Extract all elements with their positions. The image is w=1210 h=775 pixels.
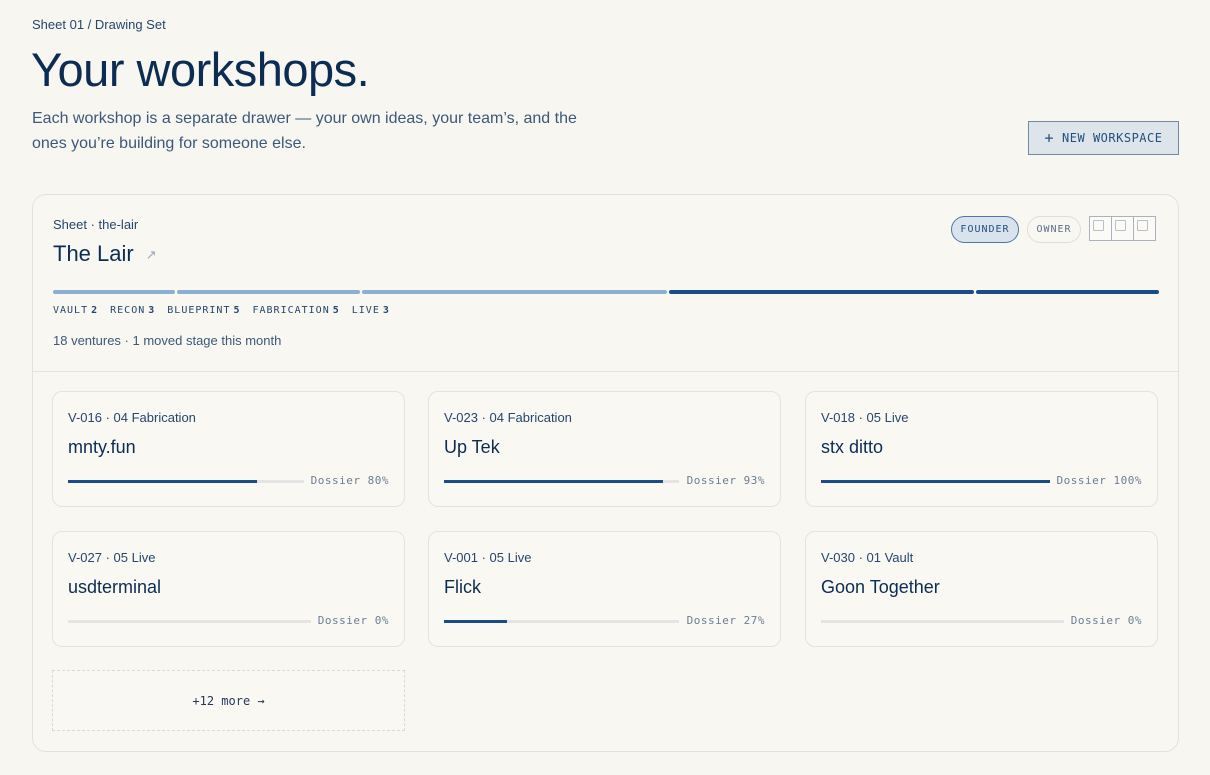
dossier-progress-bar [68, 620, 311, 623]
role-badge-owner: OWNER [1027, 216, 1081, 243]
stage-label-live: LIVE 3 [351, 305, 390, 316]
workshop-summary: 18 ventures · 1 moved stage this month [53, 333, 282, 348]
dossier-progress-bar [444, 620, 679, 623]
dossier-percent: Dossier 27% [686, 614, 765, 627]
divider [33, 371, 1178, 372]
venture-card[interactable]: V-018 · 05 Live stx ditto Dossier 100% [805, 391, 1158, 507]
stage-segment-vault [53, 290, 175, 294]
venture-card[interactable]: V-016 · 04 Fabrication mnty.fun Dossier … [52, 391, 405, 507]
dossier-progress-bar [821, 480, 1050, 483]
venture-name: mnty.fun [68, 437, 136, 457]
stage-segment-fabrication [669, 290, 974, 294]
workshop-sheet-label: Sheet · the-lair [53, 217, 139, 232]
dossier-progress-fill [444, 620, 508, 623]
role-badge-founder: FOUNDER [951, 216, 1019, 243]
stage-label-recon: RECON 3 [110, 305, 156, 316]
dossier-percent: Dossier 0% [1070, 614, 1142, 627]
dossier-percent: Dossier 93% [686, 474, 765, 487]
venture-name: Up Tek [444, 437, 500, 457]
venture-meta: V-016 · 04 Fabrication [68, 410, 196, 425]
dossier-progress-bar [821, 620, 1064, 623]
avatar[interactable] [1133, 216, 1156, 241]
new-workspace-label: NEW WORKSPACE [1062, 131, 1163, 145]
workshop-card: Sheet · the-lair The Lair ↗ FOUNDER OWNE… [32, 194, 1179, 752]
stage-distribution-bar [53, 290, 1159, 295]
page-title: Your workshops. [31, 43, 370, 96]
venture-card[interactable]: V-030 · 01 Vault Goon Together Dossier 0… [805, 531, 1158, 647]
venture-card[interactable]: V-023 · 04 Fabrication Up Tek Dossier 93… [428, 391, 781, 507]
venture-name: Goon Together [821, 577, 940, 597]
avatar-group [1089, 216, 1156, 241]
stage-labels: VAULT 2 RECON 3 BLUEPRINT 5 FABRICATION 5 LI… [53, 305, 390, 316]
dossier-progress-fill [821, 480, 1050, 483]
dossier-percent: Dossier 100% [1056, 474, 1142, 487]
plus-icon: + [1044, 128, 1055, 147]
stage-segment-recon [177, 290, 360, 294]
venture-name: usdterminal [68, 577, 162, 597]
venture-meta: V-030 · 01 Vault [821, 550, 914, 565]
venture-meta: V-018 · 05 Live [821, 410, 909, 425]
stage-segment-live [976, 290, 1159, 294]
venture-meta: V-023 · 04 Fabrication [444, 410, 572, 425]
dossier-percent: Dossier 80% [310, 474, 389, 487]
dossier-progress-bar [444, 480, 679, 483]
venture-card[interactable]: V-027 · 05 Live usdterminal Dossier 0% [52, 531, 405, 647]
avatar[interactable] [1089, 216, 1112, 241]
dossier-progress-fill [444, 480, 663, 483]
new-workspace-button[interactable]: + NEW WORKSPACE [1028, 121, 1179, 155]
avatar[interactable] [1111, 216, 1134, 241]
venture-meta: V-027 · 05 Live [68, 550, 156, 565]
workshop-name: The Lair [53, 241, 134, 266]
stage-segment-blueprint [362, 290, 667, 294]
dossier-progress-fill [68, 480, 257, 483]
workshop-title-link[interactable]: The Lair ↗ [53, 241, 157, 267]
arrow-up-right-icon: ↗ [145, 247, 157, 262]
venture-name: stx ditto [821, 437, 884, 457]
dossier-progress-bar [68, 480, 304, 483]
venture-meta: V-001 · 05 Live [444, 550, 532, 565]
dossier-percent: Dossier 0% [317, 614, 389, 627]
breadcrumb: Sheet 01 / Drawing Set [32, 17, 166, 32]
more-ventures-button[interactable]: +12 more → [52, 670, 405, 731]
stage-label-vault: VAULT 2 [53, 305, 99, 316]
page-description: Each workshop is a separate drawer — you… [32, 110, 577, 152]
venture-name: Flick [444, 577, 481, 597]
stage-label-blueprint: BLUEPRINT 5 [167, 305, 241, 316]
venture-card[interactable]: V-001 · 05 Live Flick Dossier 27% [428, 531, 781, 647]
stage-label-fabrication: FABRICATION 5 [252, 305, 340, 316]
